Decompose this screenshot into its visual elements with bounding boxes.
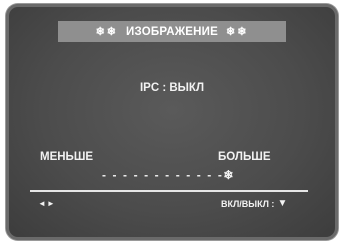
divider xyxy=(30,190,308,192)
ipc-setting[interactable]: IPC : ВЫКЛ xyxy=(6,82,338,94)
snowflake-icon: ❄❄ xyxy=(226,26,249,38)
more-label: БОЛЬШЕ xyxy=(218,151,271,163)
menu-title: ИЗОБРАЖЕНИЕ xyxy=(126,25,218,38)
toggle-hint-label: ВКЛ/ВЫКЛ : xyxy=(221,198,275,209)
osd-screen: ❄❄ ИЗОБРАЖЕНИЕ ❄❄ IPC : ВЫКЛ МЕНЬШЕ БОЛЬ… xyxy=(6,4,338,240)
toggle-hint: ВКЛ/ВЫКЛ : ▼ xyxy=(221,198,287,209)
down-triangle-icon: ▼ xyxy=(277,198,288,209)
level-slider[interactable]: - - - - - - - - - - - -❄ xyxy=(102,168,235,182)
less-label: МЕНЬШЕ xyxy=(40,151,94,163)
menu-title-bar: ❄❄ ИЗОБРАЖЕНИЕ ❄❄ xyxy=(58,21,286,42)
left-right-arrows-icon: ◄► xyxy=(38,199,56,208)
snowflake-icon: ❄❄ xyxy=(95,26,118,38)
